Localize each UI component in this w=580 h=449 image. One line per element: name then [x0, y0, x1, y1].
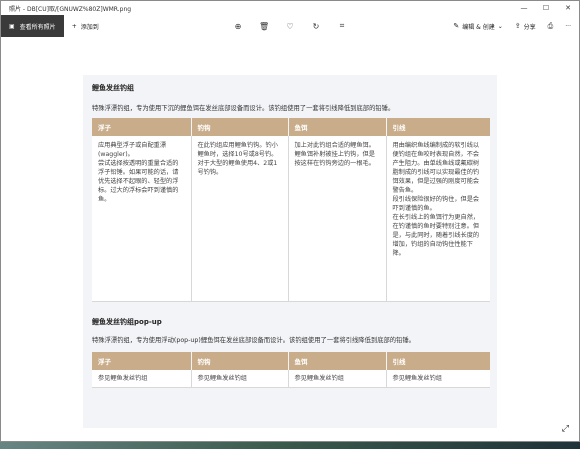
- cell-leader: 用由编织鱼线编制成的软引线以便钓组在鱼咬时表现自然，不会产生阻力。由单线鱼线或氟…: [386, 136, 490, 302]
- plus-icon: +: [71, 22, 77, 30]
- cell-leader: 参见鲤鱼发丝钓组: [386, 369, 490, 388]
- add-to-button[interactable]: + 添加到: [64, 22, 107, 31]
- more-icon: ···: [565, 22, 571, 30]
- add-to-label: 添加到: [80, 23, 99, 31]
- section1-title: 鲤鱼发丝钓组: [92, 84, 134, 92]
- share-icon: ⇪: [514, 22, 521, 30]
- cell-float: 应用典型浮子或自配重漂(waggler)。 尝试选择按透明的重量合适的浮子铅锤。…: [92, 136, 192, 302]
- chevron-down-icon: ⌄: [497, 22, 503, 30]
- cell-line: 在长引线上的鱼饵行为更自然，在钓谨慎的鱼时要特别注意。但是，与此同时，随着引线长…: [392, 214, 480, 257]
- cell-bait: 加上对此钓组合适的鲤鱼饵。 鲤鱼饵补射被挂上钓钩，但是按这样在钓钩旁边的一根毛。: [288, 136, 387, 302]
- zoom-icon[interactable]: ⊕: [233, 22, 243, 31]
- header-leader: 引线: [386, 351, 490, 370]
- photos-icon: ▣: [9, 22, 15, 30]
- delete-icon[interactable]: 🗑: [259, 22, 269, 31]
- header-bait: 鱼饵: [288, 351, 387, 370]
- table-row: 参见鲤鱼发丝钓组 参见鲤鱼发丝钓组 参见鲤鱼发丝钓组 参见鲤鱼发丝钓组: [92, 369, 490, 388]
- fullscreen-icon[interactable]: ⤢: [562, 424, 569, 434]
- cell-line: 段引线保险很好的钩住，但是会吓到谨慎的鱼。: [392, 196, 480, 212]
- section2-table: 浮子 钓钩 鱼饵 引线 参见鲤鱼发丝钓组 参见鲤鱼发丝钓组 参见鲤鱼发丝钓组 参…: [92, 351, 490, 388]
- cell-hook: 在此钓组应用鲤鱼钓钩。钓小鲤鱼时，选择10号或8号钓。对于大型的鲤鱼使用4、2或…: [191, 136, 289, 302]
- header-float: 浮子: [92, 118, 192, 136]
- favorite-icon[interactable]: ♡: [285, 22, 295, 31]
- cell-float: 参见鲤鱼发丝钓组: [92, 369, 192, 388]
- cell-line: 加上对此钓组合适的鲤鱼饵。: [294, 142, 375, 149]
- share-button[interactable]: ⇪ 分享: [515, 22, 536, 31]
- print-button[interactable]: ⎙: [548, 22, 554, 31]
- header-bait: 鱼饵: [288, 118, 387, 136]
- header-hook: 钓钩: [191, 351, 289, 370]
- window-controls: — ☐ ✕: [513, 1, 579, 15]
- photos-app-window: 照片 - DB[CU]取/[GNUWZ%80Z]WMR.png — ☐ ✕ ▣ …: [0, 0, 580, 442]
- edit-icon: ✎: [453, 22, 460, 30]
- cell-line: 应用典型浮子或自配重漂(waggler)。: [98, 142, 167, 158]
- cell-line: 鲤鱼饵补射被挂上钓钩，但是按这样在钓钩旁边的一根毛。: [294, 151, 375, 167]
- window-title: 照片 - DB[CU]取/[GNUWZ%80Z]WMR.png: [9, 5, 132, 13]
- edit-create-button[interactable]: ✎ 编辑 & 创建 ⌄: [453, 22, 502, 31]
- image-viewer: 鲤鱼发丝钓组 特殊浮漂钓组，专为使用下沉的鲤鱼饵在发丝底部设备而设计。该钓组使用…: [1, 37, 579, 441]
- cell-line: 尝试选择按透明的重量合适的浮子铅锤。如果可能的话，请优先选择不起眼的、轻型的浮标…: [98, 160, 179, 203]
- maximize-button[interactable]: ☐: [535, 1, 557, 15]
- table-header-row: 浮子 钓钩 鱼饵 引线: [92, 351, 490, 370]
- rotate-icon[interactable]: ↻: [311, 22, 321, 31]
- minimize-button[interactable]: —: [513, 1, 535, 15]
- print-icon: ⎙: [547, 21, 554, 30]
- table-header-row: 浮子 钓钩 鱼饵 引线: [92, 118, 490, 136]
- share-label: 分享: [523, 23, 536, 31]
- header-leader: 引线: [386, 118, 490, 136]
- view-all-photos-label: 查看所有照片: [19, 23, 56, 31]
- edit-create-label: 编辑 & 创建: [462, 23, 495, 31]
- cell-line: 在此钓组应用鲤鱼钓钩。钓小鲤鱼时，选择10号或8号钓。对于大型的鲤鱼使用4、2或…: [197, 142, 278, 176]
- section1-table: 浮子 钓钩 鱼饵 引线 应用典型浮子或自配重漂(waggler)。 尝试选择按透…: [92, 118, 490, 302]
- more-button[interactable]: ···: [565, 23, 571, 30]
- header-hook: 钓钩: [191, 118, 289, 136]
- table-row: 应用典型浮子或自配重漂(waggler)。 尝试选择按透明的重量合适的浮子铅锤。…: [92, 136, 490, 302]
- section2-intro: 特殊浮漂钓组，专为使用浮动(pop-up)鲤鱼饵在发丝底部设备而设计。该钓组使用…: [92, 336, 415, 344]
- view-all-photos-button[interactable]: ▣ 查看所有照片: [1, 15, 64, 37]
- document-image: 鲤鱼发丝钓组 特殊浮漂钓组，专为使用下沉的鲤鱼饵在发丝底部设备而设计。该钓组使用…: [83, 75, 497, 428]
- close-button[interactable]: ✕: [557, 1, 579, 15]
- photo-toolbar: ▣ 查看所有照片 + 添加到 ⊕ 🗑 ♡ ↻ ⌗ ✎ 编辑 & 创建 ⌄ ⇪ 分…: [1, 15, 579, 37]
- section1-intro: 特殊浮漂钓组，专为使用下沉的鲤鱼饵在发丝底部设备而设计。该钓组使用了一套将引线降…: [92, 105, 395, 112]
- header-float: 浮子: [92, 351, 192, 370]
- cell-line: 用由编织鱼线编制成的软引线以便钓组在鱼咬时表现自然，不会产生阻力。由单线鱼线或氟…: [392, 142, 480, 194]
- crop-icon[interactable]: ⌗: [337, 21, 347, 31]
- title-bar: 照片 - DB[CU]取/[GNUWZ%80Z]WMR.png — ☐ ✕: [1, 1, 579, 15]
- section2-title: 鲤鱼发丝钓组pop-up: [92, 317, 162, 326]
- cell-hook: 参见鲤鱼发丝钓组: [191, 369, 289, 388]
- cell-bait: 参见鲤鱼发丝钓组: [288, 369, 387, 388]
